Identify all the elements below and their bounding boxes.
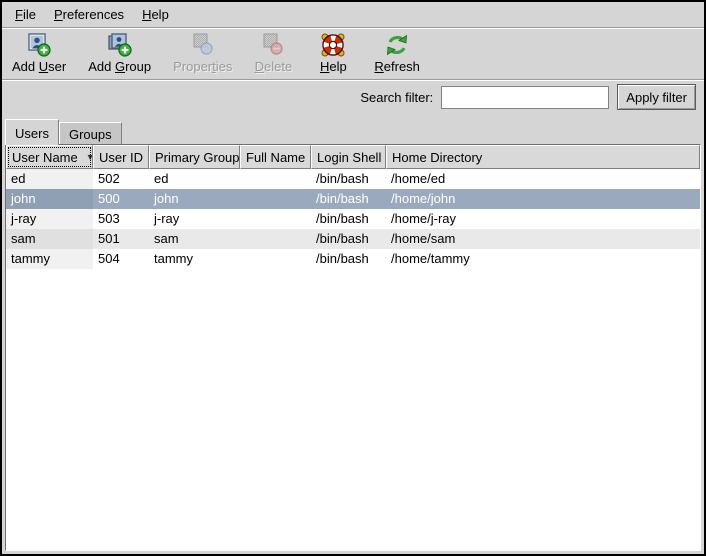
- cell-primary-group: ed: [149, 169, 240, 189]
- cell-full-name: [240, 209, 311, 229]
- cell-primary-group: sam: [149, 229, 240, 249]
- search-filter-input[interactable]: [441, 86, 609, 109]
- search-filter-label: Search filter:: [360, 90, 433, 105]
- cell-user-name: ed: [6, 169, 93, 189]
- column-header-label: Login Shell: [317, 150, 381, 165]
- user-row-john[interactable]: john500john/bin/bash/home/john: [6, 189, 700, 209]
- cell-user-id: 503: [93, 209, 149, 229]
- menu-preferences[interactable]: Preferences: [45, 3, 133, 26]
- add-group-icon: [107, 32, 133, 58]
- tab-row: UsersGroups: [5, 117, 701, 144]
- add-user-icon: [26, 32, 52, 58]
- cell-home-directory: /home/tammy: [386, 249, 700, 269]
- cell-user-name: john: [6, 189, 93, 209]
- column-header-home-directory[interactable]: Home Directory: [386, 145, 700, 169]
- cell-user-name: j-ray: [6, 209, 93, 229]
- cell-home-directory: /home/sam: [386, 229, 700, 249]
- cell-full-name: [240, 249, 311, 269]
- cell-user-id: 501: [93, 229, 149, 249]
- users-table: User Name ▼ User ID Primary Group Full Name L…: [5, 144, 701, 551]
- cell-home-directory: /home/ed: [386, 169, 700, 189]
- column-header-label: User ID: [99, 150, 143, 165]
- toolbar-button-label: Add User: [12, 59, 66, 74]
- cell-user-name: tammy: [6, 249, 93, 269]
- menubar: FilePreferencesHelp: [2, 2, 704, 28]
- user-row-ed[interactable]: ed502ed/bin/bash/home/ed: [6, 169, 700, 189]
- column-header-login-shell[interactable]: Login Shell: [311, 145, 386, 169]
- cell-user-id: 502: [93, 169, 149, 189]
- cell-primary-group: j-ray: [149, 209, 240, 229]
- cell-primary-group: tammy: [149, 249, 240, 269]
- add-group-button[interactable]: Add Group: [84, 31, 155, 75]
- cell-login-shell: /bin/bash: [311, 229, 386, 249]
- toolbar-button-label: Add Group: [88, 59, 151, 74]
- user-row-tammy[interactable]: tammy504tammy/bin/bash/home/tammy: [6, 249, 700, 269]
- column-header-full-name[interactable]: Full Name: [240, 145, 311, 169]
- cell-user-id: 500: [93, 189, 149, 209]
- cell-login-shell: /bin/bash: [311, 169, 386, 189]
- properties-button: Properties: [169, 31, 236, 75]
- properties-icon: [190, 32, 216, 58]
- toolbar-button-label: Delete: [255, 59, 293, 74]
- cell-home-directory: /home/john: [386, 189, 700, 209]
- toolbar-button-label: Help: [320, 59, 347, 74]
- help-icon: [320, 32, 346, 58]
- user-row-sam[interactable]: sam501sam/bin/bash/home/sam: [6, 229, 700, 249]
- refresh-button[interactable]: Refresh: [370, 31, 424, 75]
- cell-login-shell: /bin/bash: [311, 209, 386, 229]
- user-row-j-ray[interactable]: j-ray503j-ray/bin/bash/home/j-ray: [6, 209, 700, 229]
- cell-login-shell: /bin/bash: [311, 249, 386, 269]
- cell-full-name: [240, 169, 311, 189]
- help-button[interactable]: Help: [310, 31, 356, 75]
- toolbar: Add User Add Group Properties Delete Help Ref…: [2, 28, 704, 80]
- cell-user-name: sam: [6, 229, 93, 249]
- notebook: UsersGroups User Name ▼ User ID Primary Gro…: [2, 114, 704, 554]
- add-user-button[interactable]: Add User: [8, 31, 70, 75]
- tab-groups[interactable]: Groups: [59, 122, 122, 145]
- cell-login-shell: /bin/bash: [311, 189, 386, 209]
- delete-icon: [260, 32, 286, 58]
- column-header-user-name[interactable]: User Name ▼: [6, 145, 93, 169]
- table-header: User Name ▼ User ID Primary Group Full Name L…: [6, 145, 700, 169]
- toolbar-button-label: Refresh: [374, 59, 420, 74]
- column-header-label: Full Name: [246, 150, 305, 165]
- column-header-label: Home Directory: [392, 150, 482, 165]
- table-body: ed502ed/bin/bash/home/edjohn500john/bin/…: [6, 169, 700, 550]
- cell-primary-group: john: [149, 189, 240, 209]
- search-filter-row: Search filter: Apply filter: [2, 80, 704, 114]
- toolbar-button-label: Properties: [173, 59, 232, 74]
- tab-users[interactable]: Users: [5, 119, 59, 145]
- delete-button: Delete: [250, 31, 296, 75]
- cell-full-name: [240, 189, 311, 209]
- menu-file[interactable]: File: [6, 3, 45, 26]
- cell-user-id: 504: [93, 249, 149, 269]
- menu-help[interactable]: Help: [133, 3, 178, 26]
- apply-filter-button[interactable]: Apply filter: [617, 84, 696, 110]
- column-header-label: Primary Group: [155, 150, 240, 165]
- column-header-label: User Name: [12, 150, 78, 165]
- user-manager-window: FilePreferencesHelp Add UserAdd GroupPro…: [0, 0, 706, 556]
- column-header-user-id[interactable]: User ID: [93, 145, 149, 169]
- cell-full-name: [240, 229, 311, 249]
- refresh-icon: [384, 32, 410, 58]
- sort-arrow-icon: ▼: [86, 152, 93, 162]
- column-header-primary-group[interactable]: Primary Group: [149, 145, 240, 169]
- cell-home-directory: /home/j-ray: [386, 209, 700, 229]
